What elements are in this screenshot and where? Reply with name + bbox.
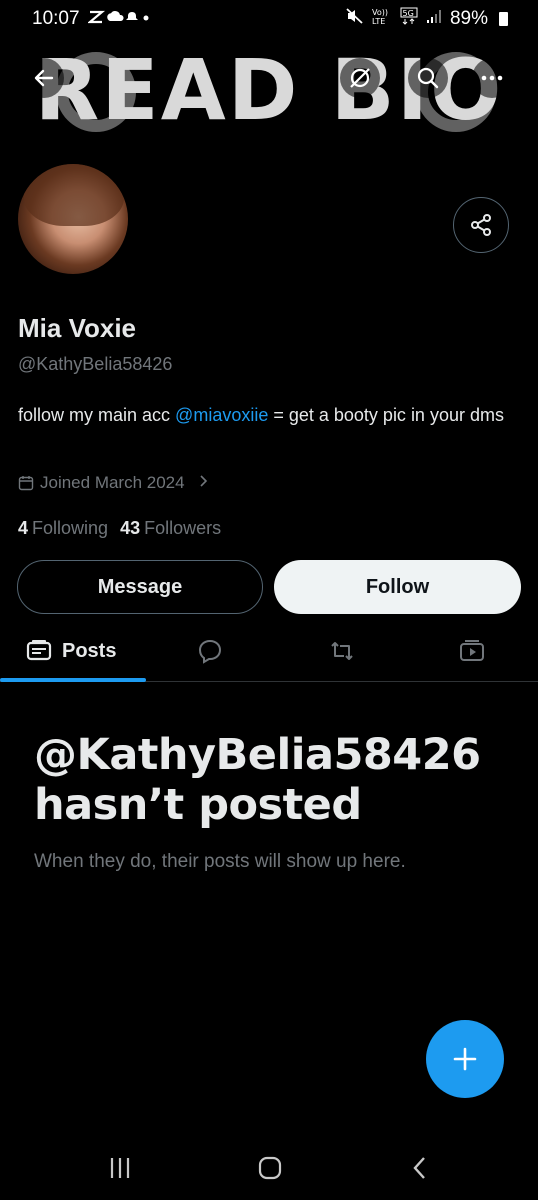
follow-button[interactable]: Follow: [274, 560, 521, 614]
bio: follow my main acc @miavoxiie = get a bo…: [18, 403, 523, 427]
banner-text: READ BIO: [34, 41, 504, 139]
joined-date[interactable]: Joined March 2024: [18, 473, 209, 493]
home-button[interactable]: [250, 1152, 290, 1184]
followers-link[interactable]: 43 Followers: [120, 518, 221, 539]
status-time: 10:07: [32, 8, 80, 29]
5g-icon: 5G: [400, 7, 418, 31]
plus-icon: [453, 1047, 477, 1071]
home-icon: [258, 1156, 282, 1180]
battery-icon: [499, 12, 508, 26]
joined-label: Joined March 2024: [40, 473, 185, 492]
following-label: Following: [32, 518, 109, 538]
profile-banner: READ BIO: [0, 38, 538, 139]
tab-posts[interactable]: Posts: [26, 622, 116, 680]
battery-percent: 89%: [449, 8, 488, 29]
share-icon: [471, 214, 491, 236]
chevron-right-icon: [199, 474, 209, 493]
svg-text:5G: 5G: [402, 9, 413, 18]
empty-state-subtitle: When they do, their posts will show up h…: [34, 851, 406, 872]
user-handle: @KathyBelia58426: [18, 354, 173, 374]
search-button[interactable]: [408, 58, 448, 98]
repost-icon: [331, 642, 353, 660]
signal-icon: [426, 8, 442, 30]
following-count: 4: [18, 518, 29, 538]
profile-tabs: Posts: [0, 622, 538, 682]
tab-media[interactable]: [458, 622, 486, 680]
following-link[interactable]: 4 Following: [18, 518, 108, 539]
tab-posts-label: Posts: [62, 639, 117, 662]
status-bar: 10:07 Vo)) LTE 5G 89%: [0, 0, 538, 38]
followers-label: Followers: [144, 518, 222, 538]
message-button[interactable]: Message: [17, 560, 263, 614]
svg-text:LTE: LTE: [372, 17, 385, 25]
system-nav-bar: [0, 1140, 538, 1200]
more-icon: [481, 75, 503, 81]
calendar-icon: [18, 476, 34, 491]
tab-replies[interactable]: [196, 622, 224, 680]
bio-text: = get a booty pic in your dms: [268, 405, 504, 425]
reply-icon: [198, 639, 222, 664]
grok-button[interactable]: [340, 58, 380, 98]
active-tab-indicator: [0, 678, 146, 682]
empty-state-title: @KathyBelia58426 hasn’t posted: [34, 730, 481, 830]
back-button[interactable]: [24, 58, 64, 98]
share-button[interactable]: [453, 197, 509, 253]
more-button[interactable]: [472, 58, 512, 98]
status-left: 10:07: [32, 8, 150, 30]
media-icon: [460, 640, 484, 661]
avatar[interactable]: [14, 160, 132, 278]
system-back-button[interactable]: [400, 1152, 440, 1184]
grok-icon: [350, 68, 370, 88]
mute-icon: [346, 8, 364, 30]
recents-button[interactable]: [100, 1152, 140, 1184]
recents-icon: [110, 1158, 130, 1178]
posts-icon: [26, 640, 52, 661]
avatar-hair: [24, 164, 124, 226]
follow-counts: 4 Following 43 Followers: [18, 518, 221, 539]
volte-icon: Vo)) LTE: [372, 7, 392, 31]
arrow-left-icon: [34, 69, 54, 87]
status-right: Vo)) LTE 5G 89%: [346, 7, 508, 31]
bio-text: follow my main acc: [18, 405, 176, 425]
tab-reposts[interactable]: [328, 622, 356, 680]
notification-icons: [86, 9, 150, 29]
search-icon: [417, 67, 439, 89]
svg-text:Vo)): Vo)): [372, 8, 388, 17]
chevron-left-icon: [413, 1157, 425, 1179]
bio-mention-link[interactable]: @miavoxiie: [175, 405, 268, 425]
followers-count: 43: [120, 518, 141, 538]
compose-button[interactable]: [426, 1020, 504, 1098]
display-name: Mia Voxie: [18, 313, 137, 343]
